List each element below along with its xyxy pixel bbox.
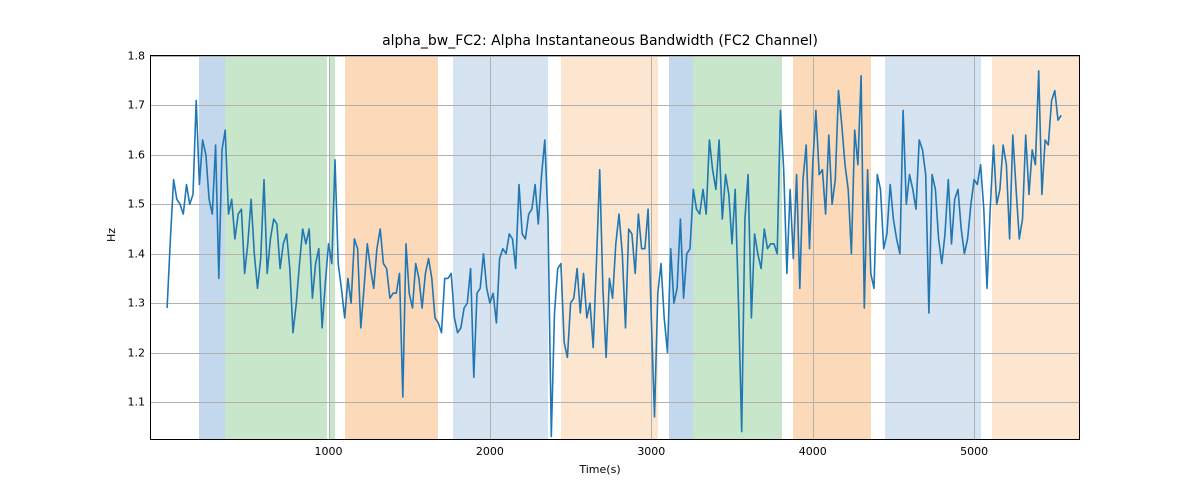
y-tick-label: 1.5 (128, 198, 146, 211)
axes: 1.11.21.31.41.51.61.71.81000200030004000… (150, 55, 1080, 440)
line-series (151, 56, 1079, 439)
chart-title: alpha_bw_FC2: Alpha Instantaneous Bandwi… (0, 33, 1200, 49)
x-tick-label: 2000 (476, 445, 504, 458)
figure: alpha_bw_FC2: Alpha Instantaneous Bandwi… (0, 0, 1200, 500)
y-tick-label: 1.4 (128, 247, 146, 260)
y-tick-label: 1.1 (128, 395, 146, 408)
x-tick-label: 4000 (799, 445, 827, 458)
plot-area (151, 56, 1079, 439)
y-tick-label: 1.2 (128, 346, 146, 359)
x-tick-label: 1000 (315, 445, 343, 458)
y-tick-label: 1.3 (128, 297, 146, 310)
y-tick-label: 1.8 (128, 50, 146, 63)
x-tick-label: 5000 (960, 445, 988, 458)
y-tick-label: 1.6 (128, 148, 146, 161)
y-tick-label: 1.7 (128, 99, 146, 112)
x-axis-label: Time(s) (0, 463, 1200, 476)
y-axis-label: Hz (105, 205, 118, 265)
x-tick-label: 3000 (637, 445, 665, 458)
